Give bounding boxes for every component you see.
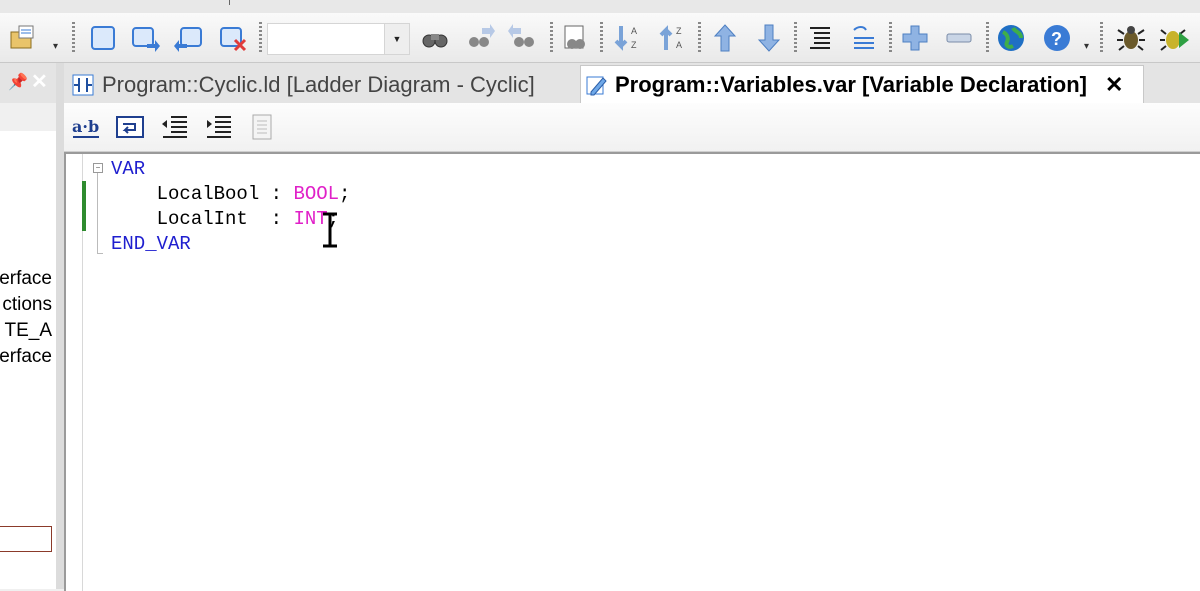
- chevron-down-icon[interactable]: ▼: [384, 24, 409, 54]
- tab-variables[interactable]: Program::Variables.var [Variable Declara…: [580, 65, 1144, 104]
- editor-gutter: [66, 154, 86, 591]
- tree-item[interactable]: erface: [0, 346, 52, 368]
- tree-item[interactable]: ctions: [2, 294, 52, 316]
- move-up-icon[interactable]: [708, 21, 742, 55]
- indent-list-icon[interactable]: [803, 21, 837, 55]
- panel-subbar: [0, 103, 56, 131]
- svg-text:Z: Z: [676, 26, 682, 36]
- title-tick: [229, 0, 230, 5]
- fold-end: [97, 253, 103, 254]
- forward-window-icon[interactable]: [128, 21, 162, 55]
- new-window-icon[interactable]: [86, 21, 120, 55]
- wrap-icon[interactable]: [114, 111, 146, 143]
- svg-text:a·b: a·b: [72, 117, 99, 136]
- toolbar-overflow-right[interactable]: ▾: [1084, 41, 1096, 57]
- close-icon[interactable]: ✕: [31, 69, 48, 94]
- fold-line: [97, 173, 98, 253]
- zoom-out-icon[interactable]: [942, 21, 976, 55]
- svg-text:?: ?: [1051, 29, 1062, 49]
- tab-label: Program::Variables.var [Variable Declara…: [615, 72, 1087, 97]
- binoculars-icon[interactable]: [418, 21, 452, 55]
- globe-icon[interactable]: [994, 21, 1028, 55]
- svg-text:A: A: [676, 40, 682, 50]
- help-icon[interactable]: ?: [1040, 21, 1074, 55]
- move-down-icon[interactable]: [752, 21, 786, 55]
- run-bug-icon[interactable]: [1158, 21, 1192, 55]
- toolbar-overflow-left[interactable]: ▾: [53, 41, 65, 57]
- var-name: LocalInt :: [111, 208, 294, 230]
- fold-toggle-icon[interactable]: −: [93, 163, 103, 173]
- debug-bug-icon[interactable]: [1114, 21, 1148, 55]
- variable-declaration-icon: [585, 74, 607, 96]
- editor-toolbar: a·b: [64, 103, 1200, 152]
- indent-icon[interactable]: [202, 111, 234, 143]
- var-type: BOOL: [293, 183, 340, 205]
- find-next-icon[interactable]: [463, 21, 497, 55]
- var-name: LocalBool :: [111, 183, 294, 205]
- text-format-icon[interactable]: a·b: [70, 111, 102, 143]
- project-explorer-panel: 📌 ✕ erface ctions TE_A erface: [0, 63, 57, 589]
- find-prev-icon[interactable]: [506, 21, 540, 55]
- code-line-1[interactable]: VAR: [111, 158, 145, 180]
- code-line-4[interactable]: END_VAR: [111, 233, 191, 255]
- print-preview-icon[interactable]: [558, 21, 592, 55]
- svg-text:A: A: [631, 26, 637, 36]
- page-icon[interactable]: [246, 111, 278, 143]
- close-window-icon[interactable]: [216, 21, 250, 55]
- zoom-in-icon[interactable]: [898, 21, 932, 55]
- panel-splitter[interactable]: [56, 63, 64, 589]
- tab-cyclic-ladder[interactable]: Program::Cyclic.ld [Ladder Diagram - Cyc…: [68, 67, 576, 103]
- sort-ascending-icon[interactable]: AZ: [610, 21, 644, 55]
- search-combo[interactable]: ▼: [267, 23, 410, 55]
- pin-icon[interactable]: 📌: [8, 72, 28, 92]
- panel-header: 📌 ✕: [0, 63, 56, 103]
- tree-item[interactable]: erface: [0, 268, 52, 290]
- code-line-3[interactable]: LocalInt : INT;: [111, 208, 339, 230]
- back-window-icon[interactable]: [172, 21, 206, 55]
- code-editor[interactable]: − VAR LocalBool : BOOL; LocalInt : INT; …: [64, 152, 1200, 591]
- svg-text:Z: Z: [631, 40, 637, 50]
- change-marker: [82, 181, 86, 231]
- ladder-diagram-icon: [72, 74, 94, 96]
- outdent-icon[interactable]: [158, 111, 190, 143]
- tree-item[interactable]: TE_A: [4, 320, 52, 342]
- text-cursor-icon: [323, 212, 337, 248]
- undo-list-icon[interactable]: [847, 21, 881, 55]
- open-project-icon[interactable]: [6, 21, 40, 55]
- keyword-var: VAR: [111, 158, 146, 180]
- keyword-end-var: END_VAR: [111, 233, 191, 255]
- sort-descending-icon[interactable]: ZA: [655, 21, 689, 55]
- tab-label: Program::Cyclic.ld [Ladder Diagram - Cyc…: [102, 72, 535, 97]
- line-end: ;: [339, 183, 351, 205]
- close-tab-icon[interactable]: ✕: [1105, 72, 1123, 98]
- document-tabs: Program::Cyclic.ld [Ladder Diagram - Cyc…: [64, 63, 1200, 104]
- panel-input-field[interactable]: [0, 526, 52, 552]
- code-line-2[interactable]: LocalBool : BOOL;: [111, 183, 351, 205]
- main-toolbar: ▾ AZ ZA ? ▾ ▼: [0, 13, 1200, 63]
- window-title-strip: [0, 0, 1200, 14]
